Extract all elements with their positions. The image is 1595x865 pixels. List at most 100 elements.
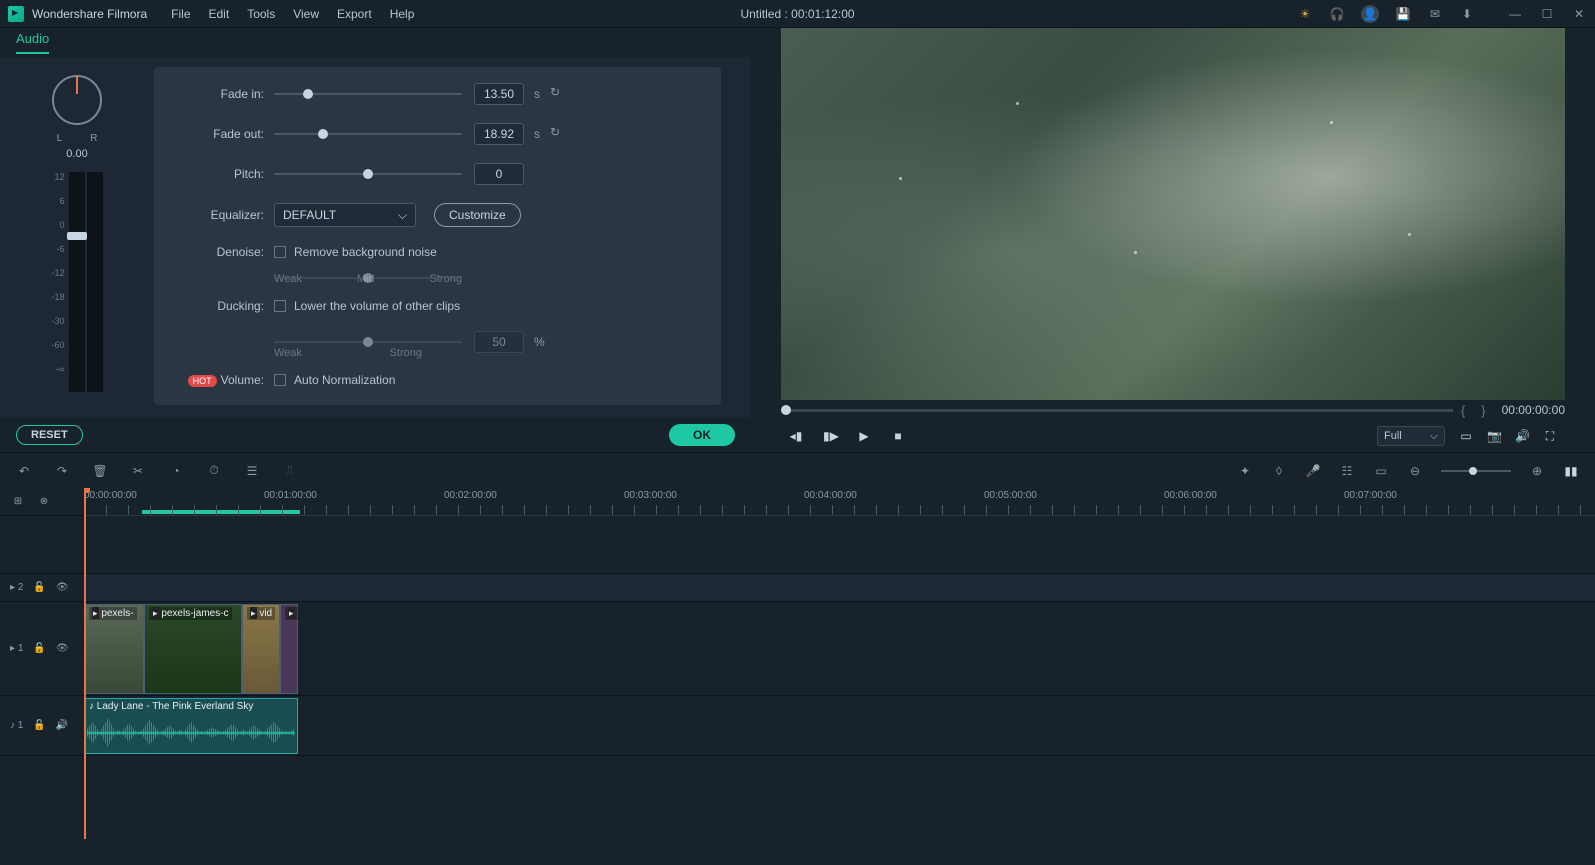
lock-icon[interactable]: 🔓 xyxy=(33,720,45,731)
mixer-icon[interactable]: ☷ xyxy=(1339,463,1355,479)
zoom-in-icon[interactable]: ⊕ xyxy=(1529,463,1545,479)
audio-clip[interactable]: ♪ Lady Lane - The Pink Everland Sky xyxy=(84,698,298,754)
fade-out-value[interactable]: 18.92 xyxy=(474,123,524,145)
volume-checkbox[interactable] xyxy=(274,374,286,386)
preview-time: 00:00:00:00 xyxy=(1502,403,1565,417)
customize-button[interactable]: Customize xyxy=(434,203,521,227)
lock-icon[interactable]: 🔓 xyxy=(33,582,45,593)
eye-icon[interactable]: 👁 xyxy=(56,643,69,654)
pan-value: 0.00 xyxy=(66,148,87,160)
track-v2-label: ▸ 2 xyxy=(10,582,23,593)
volume-icon[interactable]: 🔊 xyxy=(1515,429,1529,443)
lightbulb-icon[interactable]: ☀ xyxy=(1297,6,1313,22)
track-a1[interactable]: ♪ Lady Lane - The Pink Everland Sky xyxy=(84,696,1595,756)
fade-out-label: Fade out: xyxy=(164,127,264,141)
settings-icon[interactable]: ☰ xyxy=(244,463,260,479)
headphones-icon[interactable]: 🎧 xyxy=(1329,6,1345,22)
prev-frame-icon[interactable]: ◂▮ xyxy=(789,429,803,443)
camera-icon[interactable]: 📷 xyxy=(1487,429,1501,443)
fade-in-value[interactable]: 13.50 xyxy=(474,83,524,105)
pan-knob[interactable] xyxy=(52,75,102,125)
download-icon[interactable]: ⬇ xyxy=(1459,6,1475,22)
pan-r-label: R xyxy=(90,133,97,144)
menu-edit[interactable]: Edit xyxy=(209,7,230,21)
fade-in-slider[interactable] xyxy=(274,93,462,95)
cut-icon[interactable]: ✂ xyxy=(130,463,146,479)
video-clip[interactable]: ▸ xyxy=(280,604,298,694)
magnet-icon[interactable]: ⊗ xyxy=(36,494,52,510)
zoom-out-icon[interactable]: ⊖ xyxy=(1407,463,1423,479)
playhead[interactable] xyxy=(84,488,86,839)
denoise-label: Denoise: xyxy=(164,245,264,259)
fade-in-reset-icon[interactable]: ↻ xyxy=(550,85,568,103)
play-pause-icon[interactable]: ▮▶ xyxy=(823,429,837,443)
out-bracket-icon[interactable]: } xyxy=(1481,403,1485,418)
voiceover-icon[interactable]: 🎤 xyxy=(1305,463,1321,479)
stop-icon[interactable]: ■ xyxy=(891,429,905,443)
crop-icon[interactable]: ◔ xyxy=(168,463,184,479)
pitch-slider[interactable] xyxy=(274,173,462,175)
ducking-option: Lower the volume of other clips xyxy=(294,299,460,313)
redo-icon[interactable]: ↷ xyxy=(54,463,70,479)
close-icon[interactable]: ✕ xyxy=(1571,6,1587,22)
fullscreen-icon[interactable]: ⛶ xyxy=(1543,429,1557,444)
speaker-icon[interactable]: 🔊 xyxy=(56,720,68,731)
preview-viewport[interactable] xyxy=(781,28,1565,400)
marker-icon[interactable]: ◊ xyxy=(1271,463,1287,479)
video-clip[interactable]: ▸ pexels- xyxy=(84,604,144,694)
video-clip[interactable]: ▸ vid xyxy=(242,604,280,694)
menu-help[interactable]: Help xyxy=(390,7,415,21)
equalizer-select[interactable]: DEFAULT⌵ xyxy=(274,203,416,227)
ducking-unit: % xyxy=(534,335,545,349)
menu-file[interactable]: File xyxy=(171,7,190,21)
fit-icon[interactable]: ▮▮ xyxy=(1563,463,1579,479)
fade-in-unit: s xyxy=(534,87,540,101)
speed-icon[interactable]: ⏱ xyxy=(206,463,222,479)
quality-select[interactable]: Full⌵ xyxy=(1377,426,1445,446)
play-icon[interactable]: ▶ xyxy=(857,429,871,443)
vu-bar-left[interactable] xyxy=(69,172,85,392)
menu-tools[interactable]: Tools xyxy=(247,7,275,21)
ducking-checkbox[interactable] xyxy=(274,300,286,312)
denoise-option: Remove background noise xyxy=(294,245,437,259)
mail-icon[interactable]: ✉ xyxy=(1427,6,1443,22)
audio-tool-icon[interactable]: ⎍ xyxy=(282,463,298,479)
track-v1[interactable]: ▸ pexels- ▸ pexels-james-c ▸ vid ▸ xyxy=(84,602,1595,696)
ok-button[interactable]: OK xyxy=(669,424,735,446)
denoise-slider[interactable] xyxy=(274,277,462,279)
fade-out-reset-icon[interactable]: ↻ xyxy=(550,125,568,143)
lock-icon[interactable]: 🔓 xyxy=(33,643,45,654)
volume-label: Volume: xyxy=(221,373,264,387)
preview-scrubber[interactable] xyxy=(781,409,1453,412)
tab-audio[interactable]: Audio xyxy=(16,31,49,54)
reset-button[interactable]: RESET xyxy=(16,425,83,445)
track-v2[interactable] xyxy=(84,574,1595,602)
menu-export[interactable]: Export xyxy=(337,7,372,21)
pitch-value[interactable]: 0 xyxy=(474,163,524,185)
fade-out-slider[interactable] xyxy=(274,133,462,135)
maximize-icon[interactable]: ☐ xyxy=(1539,6,1555,22)
timeline-ruler[interactable]: 00:00:00:00 00:01:00:00 00:02:00:00 00:0… xyxy=(84,488,1595,516)
vu-scale: 1260-6-12-18-30-60-∞ xyxy=(51,172,64,374)
render-icon[interactable]: ✦ xyxy=(1237,463,1253,479)
menu-view[interactable]: View xyxy=(293,7,319,21)
minimize-icon[interactable]: — xyxy=(1507,6,1523,22)
zoom-slider[interactable] xyxy=(1441,470,1511,472)
vu-bar-right[interactable] xyxy=(87,172,103,392)
volume-option: Auto Normalization xyxy=(294,373,395,387)
frame-icon[interactable]: ▭ xyxy=(1373,463,1389,479)
save-icon[interactable]: 💾 xyxy=(1395,6,1411,22)
app-title: Wondershare Filmora xyxy=(32,7,147,21)
undo-icon[interactable]: ↶ xyxy=(16,463,32,479)
ducking-slider[interactable] xyxy=(274,341,462,343)
user-icon[interactable]: 👤 xyxy=(1361,5,1379,23)
timeline-menu-icon[interactable]: ⊞ xyxy=(10,494,26,510)
chevron-down-icon: ⌵ xyxy=(398,208,407,223)
monitor-icon[interactable]: ▭ xyxy=(1459,429,1473,443)
delete-icon[interactable]: 🗑 xyxy=(92,463,108,479)
denoise-checkbox[interactable] xyxy=(274,246,286,258)
in-bracket-icon[interactable]: { xyxy=(1461,403,1465,418)
eye-icon[interactable]: 👁 xyxy=(56,582,69,593)
ducking-value[interactable]: 50 xyxy=(474,331,524,353)
video-clip[interactable]: ▸ pexels-james-c xyxy=(144,604,242,694)
